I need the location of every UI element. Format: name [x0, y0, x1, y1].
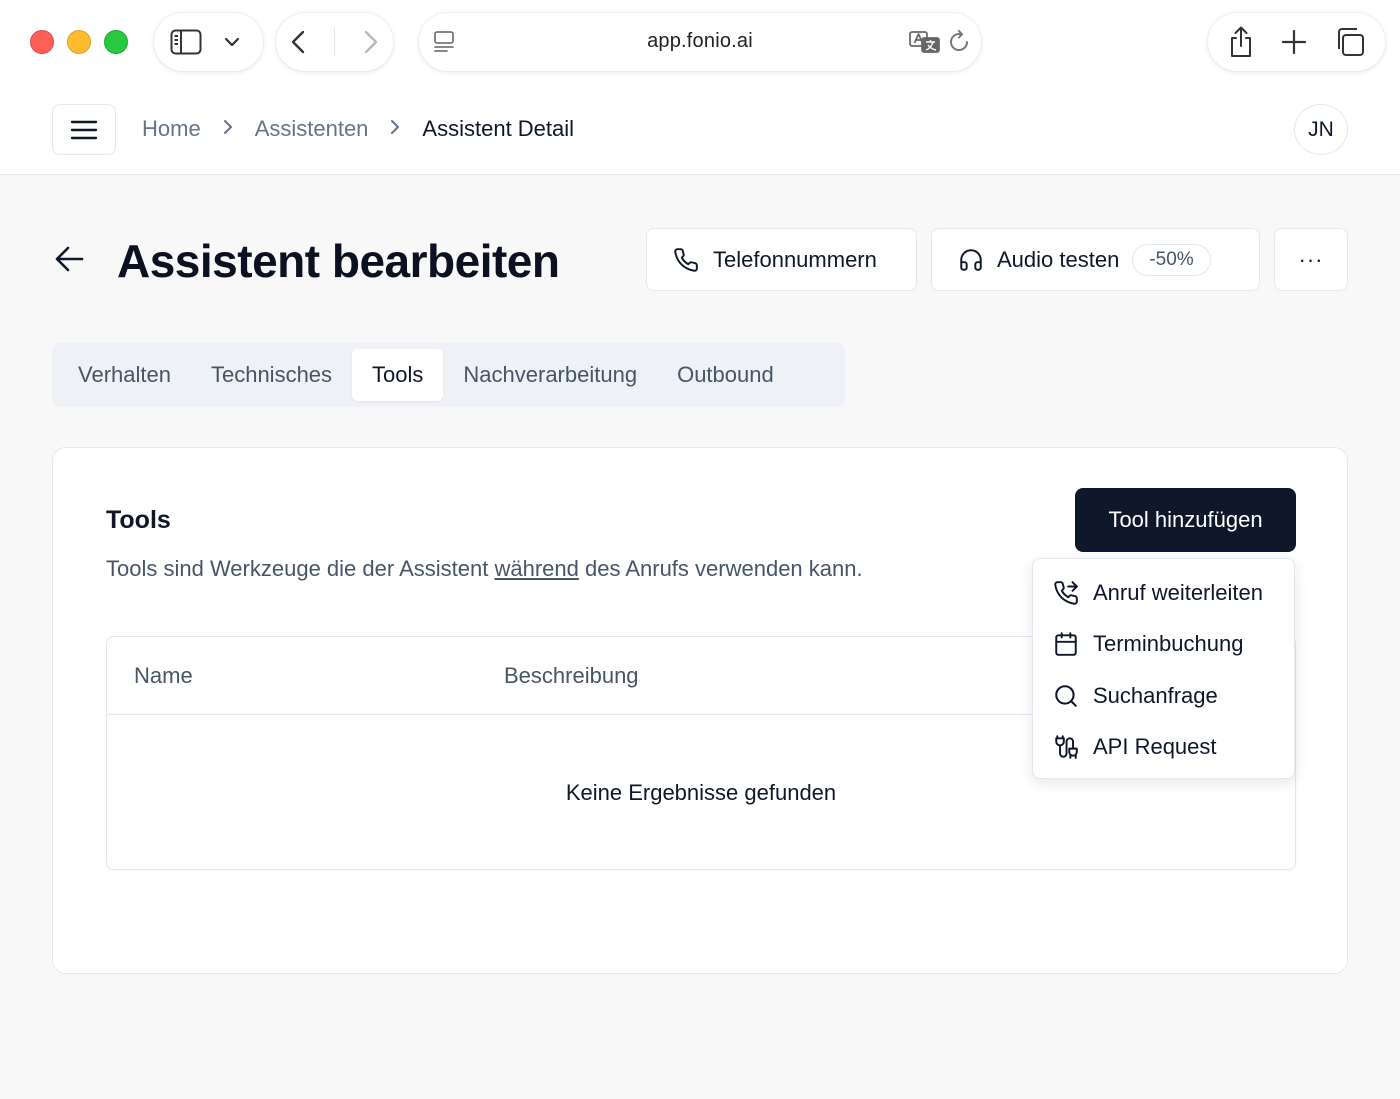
- tab-tools[interactable]: Tools: [352, 349, 444, 401]
- menu-item-label: API Request: [1093, 734, 1217, 760]
- browser-toolbar: app.fonio.ai: [0, 0, 1400, 88]
- menu-button[interactable]: [52, 104, 116, 155]
- chevron-right-icon[interactable]: [364, 30, 378, 54]
- discount-badge: -50%: [1132, 243, 1211, 276]
- tab-verhalten[interactable]: Verhalten: [58, 349, 191, 401]
- headphones-icon: [960, 248, 982, 271]
- share-icon[interactable]: [1228, 26, 1254, 58]
- menu-item-label: Suchanfrage: [1093, 682, 1218, 708]
- chevron-left-icon[interactable]: [291, 30, 305, 54]
- phone-numbers-button[interactable]: Telefonnummern: [646, 228, 917, 291]
- menu-item-label: Terminbuchung: [1093, 631, 1244, 657]
- tab-bar: Verhalten Technisches Tools Nachverarbei…: [52, 343, 845, 407]
- phone-icon: [674, 247, 698, 272]
- audio-test-label: Audio testen: [997, 246, 1120, 272]
- sidebar-control: [154, 13, 263, 71]
- breadcrumb-home[interactable]: Home: [142, 116, 201, 142]
- chevron-right-icon: [223, 118, 233, 141]
- empty-state-text: Keine Ergebnisse gefunden: [565, 780, 837, 805]
- tabs-overview-icon[interactable]: [1335, 27, 1365, 57]
- tools-card-title: Tools: [106, 506, 171, 534]
- breadcrumb: Home Assistenten Assistent Detail: [142, 116, 574, 142]
- breadcrumb-assistenten[interactable]: Assistenten: [255, 116, 369, 142]
- tab-nachverarbeitung[interactable]: Nachverarbeitung: [443, 349, 657, 401]
- minimize-window-button[interactable]: [67, 30, 91, 54]
- ellipsis-icon: ···: [1298, 246, 1324, 272]
- menu-item-suchanfrage[interactable]: Suchanfrage: [1033, 670, 1294, 722]
- tab-technisches[interactable]: Technisches: [191, 349, 352, 401]
- sidebar-icon[interactable]: [170, 29, 202, 55]
- window-controls: [30, 30, 128, 54]
- back-arrow-icon[interactable]: [54, 243, 86, 280]
- search-icon: [1055, 684, 1077, 707]
- divider: [333, 28, 335, 56]
- hamburger-icon: [71, 120, 97, 139]
- address-bar[interactable]: app.fonio.ai: [419, 13, 981, 71]
- add-tool-dropdown: Anruf weiterleiten Terminbuchung Suchanf…: [1032, 558, 1295, 779]
- history-navigation: [276, 13, 393, 71]
- zoom-window-button[interactable]: [104, 30, 128, 54]
- browser-actions: [1208, 13, 1385, 71]
- menu-item-api-request[interactable]: API Request: [1033, 722, 1294, 774]
- app-header: Home Assistenten Assistent Detail JN: [0, 88, 1400, 175]
- menu-item-terminbuchung[interactable]: Terminbuchung: [1033, 619, 1294, 671]
- page-title: Assistent bearbeiten: [117, 235, 560, 287]
- translate-icon[interactable]: [909, 30, 941, 54]
- phone-numbers-label: Telefonnummern: [713, 246, 877, 272]
- tools-card-description: Tools sind Werkzeuge die der Assistent w…: [106, 556, 863, 582]
- api-route-icon: [1055, 735, 1078, 760]
- description-text-start: Tools sind Werkzeuge die der Assistent: [106, 556, 495, 581]
- menu-item-anruf-weiterleiten[interactable]: Anruf weiterleiten: [1033, 567, 1294, 619]
- more-options-button[interactable]: ···: [1274, 228, 1348, 291]
- description-link[interactable]: während: [494, 556, 578, 581]
- chevron-down-icon[interactable]: [224, 37, 240, 47]
- breadcrumb-current: Assistent Detail: [422, 116, 575, 141]
- add-tool-button[interactable]: Tool hinzufügen: [1075, 488, 1296, 552]
- url-text: app.fonio.ai: [647, 30, 753, 52]
- plus-icon[interactable]: [1282, 30, 1307, 54]
- audio-test-button[interactable]: Audio testen -50%: [931, 228, 1260, 291]
- column-header-name[interactable]: Name: [134, 663, 193, 689]
- column-header-description[interactable]: Beschreibung: [504, 663, 639, 689]
- reload-icon[interactable]: [949, 30, 971, 54]
- menu-item-label: Anruf weiterleiten: [1093, 579, 1263, 605]
- close-window-button[interactable]: [30, 30, 54, 54]
- calendar-icon: [1055, 632, 1077, 657]
- description-text-end: des Anrufs verwenden kann.: [578, 556, 863, 581]
- phone-forward-icon: [1054, 580, 1078, 605]
- chevron-right-icon: [390, 118, 400, 141]
- tab-outbound[interactable]: Outbound: [657, 349, 794, 401]
- avatar[interactable]: JN: [1294, 104, 1348, 155]
